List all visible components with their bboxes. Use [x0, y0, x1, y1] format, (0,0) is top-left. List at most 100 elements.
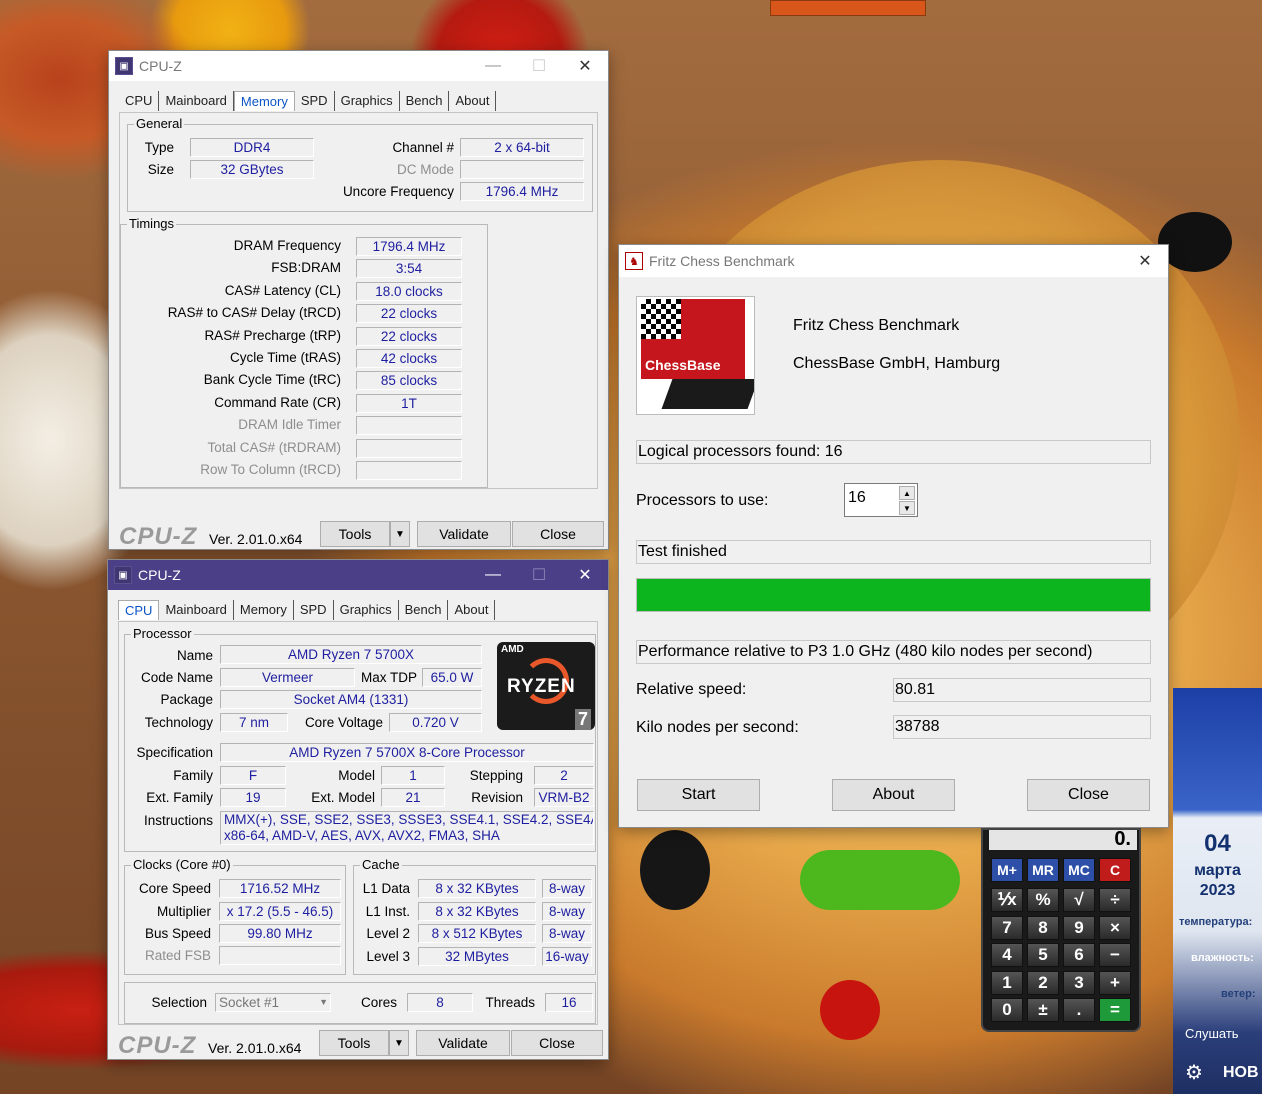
about-button[interactable]: About [832, 779, 955, 811]
close-window-button[interactable]: ✕ [562, 51, 608, 81]
calculator-key[interactable]: 2 [1027, 970, 1059, 995]
calculator-key[interactable]: ± [1027, 998, 1059, 1022]
tab-memory[interactable]: Memory [234, 600, 294, 620]
calculator-key[interactable]: 8 [1027, 915, 1059, 940]
tools-button[interactable]: Tools [319, 1030, 389, 1056]
minimize-button[interactable]: — [470, 560, 516, 590]
minimize-button[interactable]: — [470, 51, 516, 81]
gear-icon[interactable]: ⚙ [1185, 1060, 1203, 1085]
tab-mainboard[interactable]: Mainboard [159, 91, 234, 111]
cores-value: 8 [407, 993, 473, 1012]
timing-label: DRAM Idle Timer [238, 417, 341, 433]
cache-size-value: 32 MBytes [418, 946, 536, 966]
calculator-key[interactable]: % [1027, 888, 1059, 912]
timing-value: 22 clocks [356, 304, 462, 324]
processors-spinner[interactable]: 16 ▲ ▼ [844, 483, 918, 517]
timing-value [356, 438, 462, 458]
calculator-key[interactable]: √ [1063, 888, 1095, 912]
calculator-key[interactable]: ÷ [1099, 888, 1131, 912]
core-voltage-value: 0.720 V [389, 713, 482, 732]
tab-graphics[interactable]: Graphics [334, 600, 399, 620]
news-button[interactable]: НОВ [1223, 1064, 1259, 1082]
wind-label: ветер: [1221, 988, 1256, 1000]
calculator-key[interactable]: = [1099, 998, 1131, 1022]
status-text: Test finished [636, 540, 1151, 564]
listen-link[interactable]: Слушать [1185, 1026, 1239, 1041]
tab-bench[interactable]: Bench [400, 91, 450, 111]
calculator-key[interactable]: 1 [991, 970, 1023, 995]
calculator-key[interactable]: 9 [1063, 915, 1095, 940]
calculator-key[interactable]: × [1099, 915, 1131, 940]
taskbar-button-fragment[interactable] [770, 0, 926, 16]
temperature-label: температура: [1179, 916, 1253, 928]
calculator-memory-key[interactable]: C [1099, 858, 1131, 882]
close-button[interactable]: Close [1027, 779, 1150, 811]
cores-label: Cores [360, 995, 397, 1010]
validate-button[interactable]: Validate [416, 1030, 510, 1056]
calculator-key[interactable]: − [1099, 943, 1131, 967]
progress-bar-fill [637, 579, 1150, 611]
tab-mainboard[interactable]: Mainboard [159, 600, 234, 620]
date-month: марта [1194, 862, 1241, 879]
tab-about[interactable]: About [448, 600, 496, 620]
cache-level-label: Level 3 [366, 948, 410, 964]
calculator-key[interactable]: 5 [1027, 943, 1059, 967]
close-button[interactable]: Close [511, 1030, 603, 1056]
name-value: AMD Ryzen 7 5700X [220, 645, 482, 664]
technology-label: Technology [144, 715, 213, 730]
multiplier-value: x 17.2 (5.5 - 46.5) [219, 902, 341, 921]
tab-spd[interactable]: SPD [295, 91, 335, 111]
tab-spd[interactable]: SPD [294, 600, 334, 620]
timings-legend: Timings [127, 216, 177, 231]
tab-memory[interactable]: Memory [233, 91, 295, 111]
validate-button[interactable]: Validate [417, 521, 511, 547]
tools-dropdown-button[interactable]: ▼ [389, 1030, 409, 1056]
tab-graphics[interactable]: Graphics [335, 91, 400, 111]
calculator-memory-key[interactable]: MR [1027, 858, 1059, 882]
selection-group: Selection Socket #1 ▼ Cores 8 Threads 16 [124, 982, 596, 1024]
size-value: 32 GBytes [190, 160, 314, 179]
calculator-key[interactable]: 4 [991, 943, 1023, 967]
spinner-down-button[interactable]: ▼ [899, 501, 915, 515]
calculator-key[interactable]: . [1063, 998, 1095, 1022]
start-button[interactable]: Start [637, 779, 760, 811]
title-bar: ♞ Fritz Chess Benchmark ✕ [619, 245, 1168, 277]
model-value: 1 [381, 766, 445, 785]
pepper-decoration [820, 980, 880, 1040]
rated-fsb-label: Rated FSB [144, 948, 211, 963]
close-window-button[interactable]: ✕ [1122, 245, 1168, 277]
maximize-button[interactable]: ☐ [516, 560, 562, 590]
close-button[interactable]: Close [512, 521, 604, 547]
calculator-key[interactable]: 0 [991, 998, 1023, 1022]
calculator-memory-key[interactable]: MC [1063, 858, 1095, 882]
technology-value: 7 nm [220, 713, 288, 732]
timing-value: 42 clocks [356, 349, 462, 368]
tools-dropdown-button[interactable]: ▼ [390, 521, 410, 547]
maximize-button[interactable]: ☐ [516, 51, 562, 81]
cpuz-app-icon: ▣ [115, 57, 133, 75]
general-group: General Type DDR4 Size 32 GBytes Channel… [127, 116, 593, 212]
calculator-key[interactable]: ⅟x [991, 888, 1023, 912]
app-name: Fritz Chess Benchmark [793, 317, 960, 334]
socket-select[interactable]: Socket #1 ▼ [215, 993, 331, 1012]
timing-label: Cycle Time (tRAS) [229, 350, 341, 365]
calculator-key[interactable]: 3 [1063, 970, 1095, 995]
olive-decoration [1158, 212, 1232, 272]
amd-brand-text: AMD [501, 644, 524, 655]
tab-bench[interactable]: Bench [399, 600, 449, 620]
tools-button[interactable]: Tools [320, 521, 390, 547]
tab-about[interactable]: About [449, 91, 497, 111]
threads-value: 16 [545, 993, 593, 1012]
progress-bar [636, 578, 1151, 612]
close-window-button[interactable]: ✕ [562, 560, 608, 590]
calculator-key[interactable]: 6 [1063, 943, 1095, 967]
cache-level-label: Level 2 [366, 926, 410, 942]
tab-cpu[interactable]: CPU [119, 91, 160, 111]
calculator-key[interactable]: 7 [991, 915, 1023, 940]
kilo-nodes-label: Kilo nodes per second: [636, 719, 799, 736]
tab-cpu[interactable]: CPU [118, 600, 160, 620]
spinner-up-button[interactable]: ▲ [899, 486, 915, 500]
calculator-memory-key[interactable]: M+ [991, 858, 1023, 882]
specification-value: AMD Ryzen 7 5700X 8-Core Processor [220, 743, 594, 762]
calculator-key[interactable]: + [1099, 970, 1131, 995]
